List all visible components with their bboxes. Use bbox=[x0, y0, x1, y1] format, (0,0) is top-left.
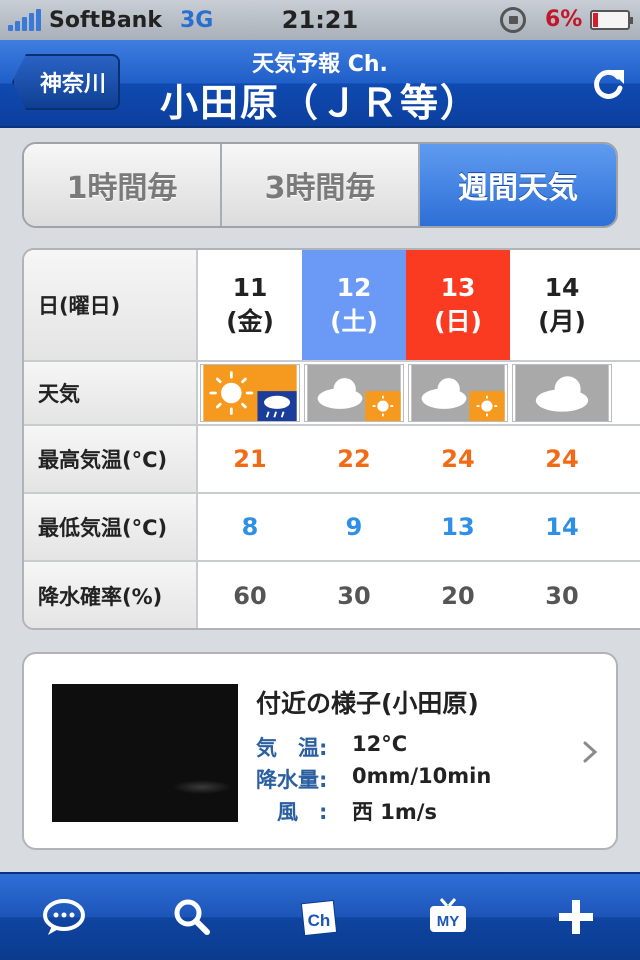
info-label: 風 : bbox=[256, 800, 328, 824]
live-camera-image bbox=[52, 684, 238, 822]
info-row-wind: 風 : 西 1m/s bbox=[256, 796, 437, 826]
tab-channel[interactable]: Ch bbox=[256, 874, 384, 960]
low-temp: 14 bbox=[545, 513, 579, 541]
battery-percent: 6% bbox=[545, 7, 583, 32]
tab-search[interactable] bbox=[128, 874, 256, 960]
table-row-high: 最高気温(°C) 21 22 24 24 bbox=[24, 426, 640, 494]
day-weekday: (日) bbox=[434, 307, 482, 336]
bottom-tab-bar: Ch MY bbox=[0, 872, 640, 960]
info-value: 西 1m/s bbox=[352, 800, 437, 824]
cloud-then-sun-icon bbox=[408, 364, 508, 422]
day-cell-sunday: 13 (日) bbox=[406, 250, 510, 360]
low-temp: 13 bbox=[441, 513, 475, 541]
info-row-temp: 気 温: 12°C bbox=[256, 732, 407, 762]
sun-then-rain-icon bbox=[200, 364, 300, 422]
precip-chance: 30 bbox=[545, 582, 579, 610]
forecast-mode-tabs: 1時間毎 3時間毎 週間天気 bbox=[22, 142, 618, 228]
network-type: 3G bbox=[179, 7, 214, 33]
tab-weekly[interactable]: 週間天気 bbox=[420, 144, 616, 226]
low-temp: 9 bbox=[345, 513, 363, 541]
high-temp: 24 bbox=[441, 445, 475, 473]
day-weekday: (金) bbox=[226, 307, 274, 336]
chat-bubble-icon bbox=[43, 899, 85, 935]
day-date: 12 bbox=[336, 273, 372, 303]
row-header-high: 最高気温(°C) bbox=[24, 426, 198, 492]
row-header-day: 日(曜日) bbox=[24, 250, 198, 360]
row-header-weather: 天気 bbox=[24, 362, 198, 424]
day-cell: 11 (金) bbox=[198, 250, 302, 360]
navigation-bar: 神奈川 天気予報 Ch. 小田原（ＪＲ等） bbox=[0, 40, 640, 128]
row-header-precip: 降水確率(%) bbox=[24, 562, 198, 628]
day-date: 13 bbox=[440, 273, 476, 303]
cloud-icon bbox=[512, 364, 612, 422]
info-label: 気 温: bbox=[256, 736, 328, 760]
row-header-low: 最低気温(°C) bbox=[24, 494, 198, 560]
low-temp: 8 bbox=[241, 513, 259, 541]
page-title: 小田原（ＪＲ等） bbox=[159, 81, 480, 125]
carrier-name: SoftBank bbox=[49, 7, 162, 33]
weather-cell bbox=[510, 362, 614, 424]
status-bar: SoftBank 3G 21:21 6% bbox=[0, 0, 640, 40]
info-row-rain: 降水量: 0mm/10min bbox=[256, 764, 491, 794]
day-date: 11 bbox=[232, 273, 268, 303]
weather-cell bbox=[198, 362, 302, 424]
table-row-weather: 天気 bbox=[24, 362, 640, 426]
tab-my[interactable]: MY bbox=[384, 874, 512, 960]
day-cell-saturday: 12 (土) bbox=[302, 250, 406, 360]
weather-cell bbox=[406, 362, 510, 424]
precip-chance: 20 bbox=[441, 582, 475, 610]
tab-chat[interactable] bbox=[0, 874, 128, 960]
precip-chance: 30 bbox=[337, 582, 371, 610]
table-row-day: 日(曜日) 11 (金) 12 (土) 13 (日) 14 (月) bbox=[24, 250, 640, 362]
table-row-low: 最低気温(°C) 8 9 13 14 bbox=[24, 494, 640, 562]
tab-3-hourly[interactable]: 3時間毎 bbox=[222, 144, 420, 226]
svg-text:Ch: Ch bbox=[308, 911, 331, 930]
day-date: 14 bbox=[544, 273, 580, 303]
svg-text:MY: MY bbox=[437, 913, 460, 930]
tab-hourly[interactable]: 1時間毎 bbox=[24, 144, 222, 226]
weekly-forecast-table: 日(曜日) 11 (金) 12 (土) 13 (日) 14 (月) 天気 最高気… bbox=[22, 248, 640, 630]
chevron-right-icon bbox=[583, 741, 598, 763]
cloud-then-sun-icon bbox=[304, 364, 404, 422]
info-value: 0mm/10min bbox=[352, 764, 492, 788]
high-temp: 22 bbox=[337, 445, 371, 473]
channel-ch-icon: Ch bbox=[300, 899, 338, 937]
table-row-precip: 降水確率(%) 60 30 20 30 bbox=[24, 562, 640, 628]
high-temp: 21 bbox=[233, 445, 267, 473]
day-cell: 14 (月) bbox=[510, 250, 614, 360]
plus-icon bbox=[559, 900, 593, 934]
signal-strength-icon bbox=[8, 9, 41, 31]
info-label: 降水量: bbox=[256, 768, 328, 792]
battery-icon bbox=[590, 10, 633, 30]
search-icon bbox=[174, 899, 210, 935]
day-weekday: (土) bbox=[330, 307, 378, 336]
refresh-icon[interactable] bbox=[588, 64, 628, 104]
high-temp: 24 bbox=[545, 445, 579, 473]
my-tv-icon: MY bbox=[430, 898, 466, 932]
precip-chance: 60 bbox=[233, 582, 267, 610]
rotation-lock-icon bbox=[500, 7, 526, 33]
day-weekday: (月) bbox=[538, 307, 586, 336]
weather-cell bbox=[302, 362, 406, 424]
tab-add[interactable] bbox=[512, 874, 640, 960]
nearby-title: 付近の様子(小田原) bbox=[256, 689, 479, 718]
nearby-conditions-card[interactable]: 付近の様子(小田原) 気 温: 12°C 降水量: 0mm/10min 風 : … bbox=[22, 652, 618, 850]
info-value: 12°C bbox=[352, 732, 408, 756]
